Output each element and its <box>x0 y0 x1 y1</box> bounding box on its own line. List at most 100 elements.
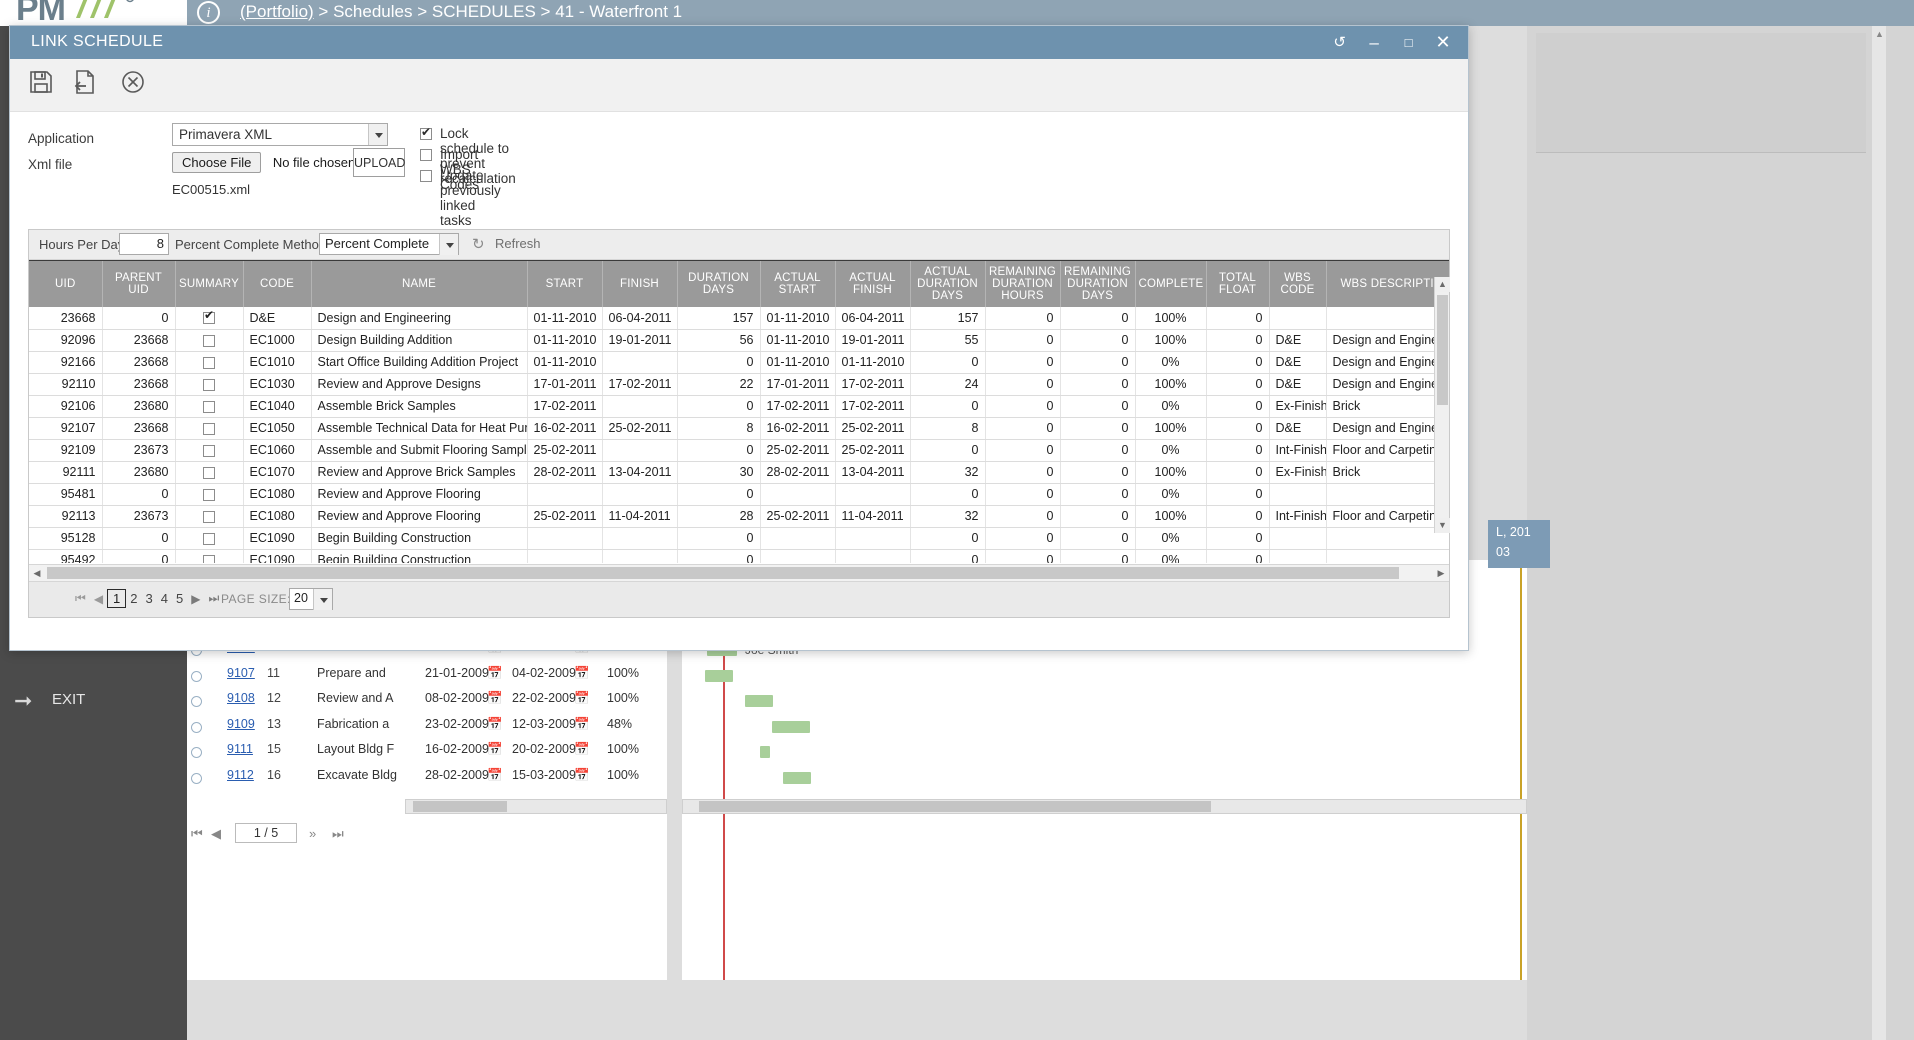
calendar-icon[interactable]: 📅 <box>487 717 503 732</box>
scroll-down-icon[interactable]: ▼ <box>1435 518 1450 533</box>
save-icon[interactable] <box>28 69 62 103</box>
calendar-icon[interactable]: 📅 <box>487 768 503 783</box>
summary-checkbox[interactable] <box>203 334 215 347</box>
summary-checkbox[interactable] <box>203 444 215 457</box>
lock-schedule-checkbox[interactable] <box>420 125 432 140</box>
hscroll-thumb[interactable] <box>47 567 1399 579</box>
row-uid-link[interactable]: 9107 <box>227 666 255 680</box>
grid-column-header[interactable]: TOTAL FLOAT <box>1206 261 1270 307</box>
summary-checkbox[interactable] <box>203 356 215 369</box>
grid-column-header[interactable]: WBS DESCRIPTION <box>1326 261 1449 307</box>
summary-checkbox[interactable] <box>203 532 215 545</box>
pager-page-1[interactable]: 1 <box>107 589 127 608</box>
grid-row[interactable]: 92109 23673 EC1060 Assemble and Submit Floo… <box>29 439 1449 462</box>
pager-prev-icon[interactable]: ◀ <box>90 592 107 606</box>
grid-column-header[interactable]: REMAINING DURATION DAYS <box>1060 261 1136 307</box>
summary-checkbox[interactable] <box>203 488 215 501</box>
grid-row[interactable]: 95481 0 EC1080 Review and Approve Flooring 0… <box>29 483 1449 506</box>
grid-vertical-scrollbar[interactable]: ▲ ▼ <box>1434 277 1450 533</box>
grid-column-header[interactable]: ACTUAL START <box>760 261 836 307</box>
grid-column-header[interactable]: NAME <box>311 261 528 307</box>
exit-label[interactable]: EXIT <box>52 691 85 708</box>
summary-checkbox[interactable] <box>203 422 215 435</box>
background-task-row[interactable]: 9108 12 Review and A 08-02-2009 📅 22-02-2009 📅… <box>187 691 667 716</box>
background-task-row[interactable]: 9111 15 Layout Bldg F 16-02-2009 📅 20-02-2009… <box>187 742 667 767</box>
grid-column-header[interactable]: PARENT UID <box>102 261 176 307</box>
grid-row[interactable]: 92110 23668 EC1030 Review and Approve Desig… <box>29 373 1449 396</box>
grid-column-header[interactable]: DURATION DAYS <box>677 261 761 307</box>
breadcrumb-portfolio[interactable]: (Portfolio) <box>240 2 314 21</box>
update-linked-tasks-checkbox[interactable] <box>420 170 432 182</box>
grid-row[interactable]: 92107 23668 EC1050 Assemble Technical Data … <box>29 417 1449 440</box>
background-pager[interactable]: ⏮ ◀ 1 / 5 » ⏭ <box>187 822 667 850</box>
row-select-radio[interactable] <box>191 721 202 733</box>
background-page-indicator[interactable]: 1 / 5 <box>235 823 297 843</box>
scroll-up-icon[interactable]: ▲ <box>1435 277 1450 292</box>
calendar-icon[interactable]: 📅 <box>574 717 590 732</box>
summary-checkbox[interactable] <box>203 466 215 479</box>
task-grid-hscrollbar[interactable] <box>405 799 667 814</box>
breadcrumb-project[interactable]: 41 - Waterfront 1 <box>555 2 682 21</box>
pager-page-5[interactable]: 5 <box>172 590 187 607</box>
grid-column-header[interactable]: ACTUAL DURATION DAYS <box>910 261 986 307</box>
grid-row[interactable]: 95128 0 EC1090 Begin Building Construction 0… <box>29 527 1449 550</box>
gantt-bar[interactable] <box>783 772 811 784</box>
grid-column-header[interactable]: WBS CODE <box>1269 261 1327 307</box>
calendar-icon[interactable]: 📅 <box>487 691 503 706</box>
chevron-down-icon[interactable] <box>439 234 458 255</box>
calendar-icon[interactable]: 📅 <box>487 666 503 681</box>
gantt-hscrollbar[interactable] <box>682 799 1527 814</box>
grid-row[interactable]: 236680D&EDesign and Engineering01-11-201… <box>29 307 1449 330</box>
grid-row[interactable]: 92111 23680 EC1070 Review and Approve Brick… <box>29 461 1449 484</box>
chevron-down-icon[interactable] <box>313 589 332 610</box>
refresh-window-icon[interactable]: ↺ <box>1325 26 1355 59</box>
grid-column-header[interactable]: ACTUAL FINISH <box>835 261 911 307</box>
summary-checkbox[interactable] <box>203 308 215 325</box>
info-icon[interactable]: i <box>197 1 220 24</box>
row-select-radio[interactable] <box>191 773 202 784</box>
dialog-titlebar[interactable]: LINK SCHEDULE ↺ – □ ✕ <box>10 26 1468 59</box>
background-task-row[interactable]: 9109 13 Fabrication a 23-02-2009 📅 12-03-2009… <box>187 717 667 742</box>
gantt-bar[interactable] <box>760 746 770 759</box>
row-uid-link[interactable]: 9108 <box>227 691 255 705</box>
row-uid-link[interactable]: 9109 <box>227 717 255 731</box>
grid-row[interactable]: 92166 23668 EC1010 Start Office Building Ad… <box>29 351 1449 374</box>
row-select-radio[interactable] <box>191 696 202 708</box>
exit-icon[interactable]: ➞ <box>14 688 32 714</box>
row-uid-link[interactable]: 9112 <box>227 768 254 782</box>
calendar-icon[interactable]: 📅 <box>574 742 590 757</box>
background-task-row[interactable]: 9107 11 Prepare and 21-01-2009 📅 04-02-2009 📅 1… <box>187 666 667 691</box>
cancel-icon[interactable] <box>120 69 154 103</box>
gantt-bar[interactable] <box>745 695 773 708</box>
scroll-right-icon[interactable]: ▶ <box>1433 565 1449 581</box>
grid-row[interactable]: 92096 23668 EC1000 Design Building Addition… <box>29 329 1449 352</box>
chevron-down-icon[interactable] <box>368 124 387 145</box>
refresh-button[interactable]: Refresh <box>495 236 541 251</box>
import-wbs-codes-checkbox[interactable] <box>420 149 432 161</box>
choose-file-button[interactable]: Choose File <box>172 152 262 173</box>
export-icon[interactable] <box>72 69 106 103</box>
row-uid-link[interactable]: 9111 <box>227 742 253 756</box>
grid-column-header[interactable]: UID <box>29 261 103 307</box>
application-select[interactable]: Primavera XML <box>172 123 388 146</box>
calendar-icon[interactable]: 📅 <box>487 742 503 757</box>
gantt-bar[interactable] <box>772 720 810 733</box>
vscroll-thumb[interactable] <box>1437 295 1448 405</box>
scroll-left-icon[interactable]: ◀ <box>29 565 45 581</box>
minimize-icon[interactable]: – <box>1359 26 1389 59</box>
gantt-bar[interactable] <box>705 669 733 682</box>
calendar-icon[interactable]: 📅 <box>574 666 590 681</box>
grid-column-header[interactable]: SUMMARY <box>175 261 244 307</box>
hours-per-day-input[interactable]: 8 <box>119 233 169 255</box>
summary-checkbox[interactable] <box>203 554 215 563</box>
grid-column-header[interactable]: FINISH <box>602 261 678 307</box>
percent-complete-method-select[interactable]: Percent Complete <box>319 233 459 255</box>
grid-row[interactable]: 92113 23673 EC1080 Review and Approve Floor… <box>29 505 1449 528</box>
grid-row[interactable]: 92106 23680 EC1040 Assemble Brick Samples 17… <box>29 395 1449 418</box>
grid-column-header[interactable]: START <box>527 261 603 307</box>
grid-column-header[interactable]: REMAINING DURATION HOURS <box>985 261 1061 307</box>
pager-next-icon[interactable]: ▶ <box>187 592 204 606</box>
close-icon[interactable]: ✕ <box>1428 26 1458 59</box>
summary-checkbox[interactable] <box>203 378 215 391</box>
pager-page-4[interactable]: 4 <box>157 590 172 607</box>
